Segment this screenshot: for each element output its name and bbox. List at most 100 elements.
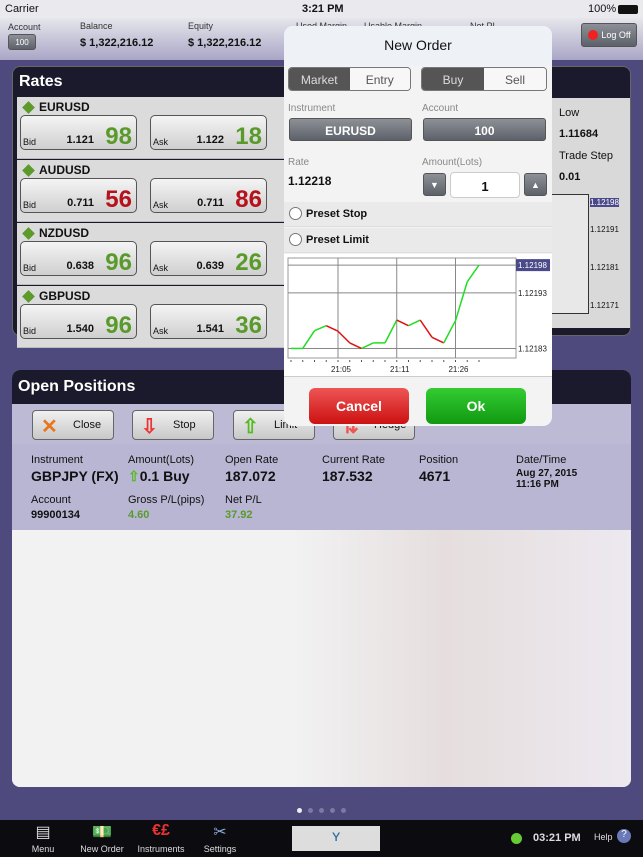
page-indicator[interactable] — [0, 800, 643, 818]
button-label: Close — [73, 419, 102, 431]
ask-button[interactable]: Ask 1.541 36 — [150, 304, 267, 339]
y-tick-label: 1.12183 — [518, 344, 547, 353]
rate-row: NZDUSD Bid 0.638 96 Ask 0.639 26 — [17, 223, 285, 285]
col-label: Gross P/L(pips) — [128, 494, 205, 506]
menu-icon: ▤ — [35, 824, 51, 841]
bid-button[interactable]: Bid 1.121 98 — [20, 115, 137, 150]
preset-limit-row[interactable]: Preset Limit — [284, 228, 552, 253]
ask-button[interactable]: Ask 0.711 86 — [150, 178, 267, 213]
ok-button[interactable]: Ok — [426, 388, 526, 424]
account-button[interactable]: 100 — [8, 34, 36, 50]
tab-bar: ▤ Menu 💵 New Order €£ Instruments ✂ Settings… — [0, 820, 643, 857]
x-tick-label: 21:11 — [390, 365, 410, 374]
logo: ʏ — [292, 826, 380, 851]
tab-menu[interactable]: ▤ Menu — [13, 822, 73, 854]
segment-sell[interactable]: Sell — [484, 68, 546, 90]
rate-row: AUDUSD Bid 0.711 56 Ask 0.711 86 — [17, 160, 285, 222]
bid-pips: 96 — [105, 249, 132, 276]
equity-label: Equity — [188, 21, 214, 31]
y-tick-label: 1.12198 — [518, 261, 547, 270]
tab-clock: 03:21 PM — [533, 832, 581, 844]
ask-prefix: 1.122 — [196, 134, 224, 146]
status-diamond-icon — [22, 164, 35, 177]
col-label: Account — [31, 494, 71, 506]
low-label: Low — [559, 107, 580, 119]
price-chart: 1.12198 1.12193 1.12183 21:05 21:11 21:26 — [284, 254, 552, 376]
order-type-segment: Market Entry — [288, 67, 411, 91]
bid-pips: 56 — [105, 186, 132, 213]
preset-limit-checkbox[interactable] — [289, 233, 302, 246]
logoff-label: Log Off — [601, 30, 631, 40]
account-select[interactable]: 100 — [423, 118, 546, 141]
segment-market[interactable]: Market — [289, 68, 350, 90]
status-diamond-icon — [22, 101, 35, 114]
tools-icon: ✂ — [213, 824, 227, 841]
increase-amount-button[interactable]: ▲ — [524, 173, 547, 196]
ask-pips: 86 — [235, 186, 262, 213]
rate-label: Rate — [288, 157, 310, 168]
tab-settings[interactable]: ✂ Settings — [190, 822, 250, 854]
preset-stop-row[interactable]: Preset Stop — [284, 202, 552, 227]
ask-button[interactable]: Ask 0.639 26 — [150, 241, 267, 276]
bid-pips: 96 — [105, 312, 132, 339]
bid-button[interactable]: Bid 0.638 96 — [20, 241, 137, 276]
help-button[interactable]: Help — [594, 832, 613, 842]
rates-title: Rates — [19, 73, 63, 90]
bid-button[interactable]: Bid 1.540 96 — [20, 304, 137, 339]
help-icon[interactable]: ? — [617, 829, 631, 843]
ask-pips: 26 — [235, 249, 262, 276]
bid-prefix: 1.540 — [66, 323, 94, 335]
col-label: Open Rate — [225, 454, 279, 466]
carrier: Carrier — [5, 3, 39, 15]
position-value: 4671 — [419, 468, 451, 484]
status-diamond-icon — [22, 227, 35, 240]
bid-prefix: 0.711 — [67, 197, 94, 209]
decrease-amount-button[interactable]: ▼ — [423, 173, 446, 196]
new-order-dialog: New Order Market Entry Buy Sell Instrument… — [284, 26, 552, 426]
account-value: 99900134 — [31, 509, 80, 521]
button-label: Stop — [173, 419, 196, 431]
instrument-value: GBPJPY (FX) — [31, 468, 119, 484]
rate-details: Low 1.11684 Trade Step 0.01 1.12198 1.12… — [552, 98, 630, 328]
tab-label: New Order — [80, 844, 124, 854]
y-tick-label: 1.12193 — [518, 289, 547, 298]
background-watermark — [12, 530, 631, 787]
mini-chart — [552, 194, 589, 314]
tab-instruments[interactable]: €£ Instruments — [131, 822, 191, 854]
ask-label: Ask — [153, 137, 169, 147]
equity-value: $ 1,322,216.12 — [188, 37, 262, 49]
col-label: Date/Time — [516, 454, 567, 466]
gross-pl-value: 4.60 — [128, 509, 150, 521]
mini-tick: 1.12171 — [590, 301, 619, 310]
tab-label: Menu — [31, 844, 55, 854]
close-x-icon: ✕ — [41, 416, 58, 438]
instrument-select[interactable]: EURUSD — [289, 118, 412, 141]
limit-arrow-icon: ⇧ — [242, 416, 259, 438]
cancel-button[interactable]: Cancel — [309, 388, 409, 424]
col-label: Amount(Lots) — [128, 454, 195, 466]
trade-step-value: 0.01 — [559, 171, 581, 183]
preset-stop-checkbox[interactable] — [289, 207, 302, 220]
tab-label: Instruments — [137, 844, 185, 854]
x-tick-label: 21:05 — [331, 365, 352, 374]
tab-new-order[interactable]: 💵 New Order — [72, 822, 132, 854]
bid-pips: 98 — [105, 123, 132, 150]
ask-prefix: 1.541 — [196, 323, 224, 335]
close-button[interactable]: ✕ Close — [32, 410, 114, 440]
segment-entry[interactable]: Entry — [349, 68, 410, 90]
amount-input[interactable]: 1 — [450, 172, 520, 198]
stop-button[interactable]: ⇩ Stop — [132, 410, 214, 440]
logoff-button[interactable]: Log Off — [581, 23, 637, 47]
position-row[interactable]: Instrument GBPJPY (FX) Amount(Lots) ⇧0.1 B… — [12, 444, 631, 530]
instrument-name: EURUSD — [39, 100, 90, 114]
ask-button[interactable]: Ask 1.122 18 — [150, 115, 267, 150]
battery-icon — [618, 5, 638, 14]
x-tick-label: 21:26 — [448, 365, 469, 374]
bid-button[interactable]: Bid 0.711 56 — [20, 178, 137, 213]
segment-buy[interactable]: Buy — [422, 68, 484, 90]
account-label: Account — [8, 22, 41, 32]
col-label: Position — [419, 454, 459, 466]
ask-pips: 18 — [235, 123, 262, 150]
open-positions-panel: Open Positions ✕Close ⇩Stop ⇧Limit ⇅Hedg… — [12, 370, 631, 787]
ask-label: Ask — [153, 326, 169, 336]
